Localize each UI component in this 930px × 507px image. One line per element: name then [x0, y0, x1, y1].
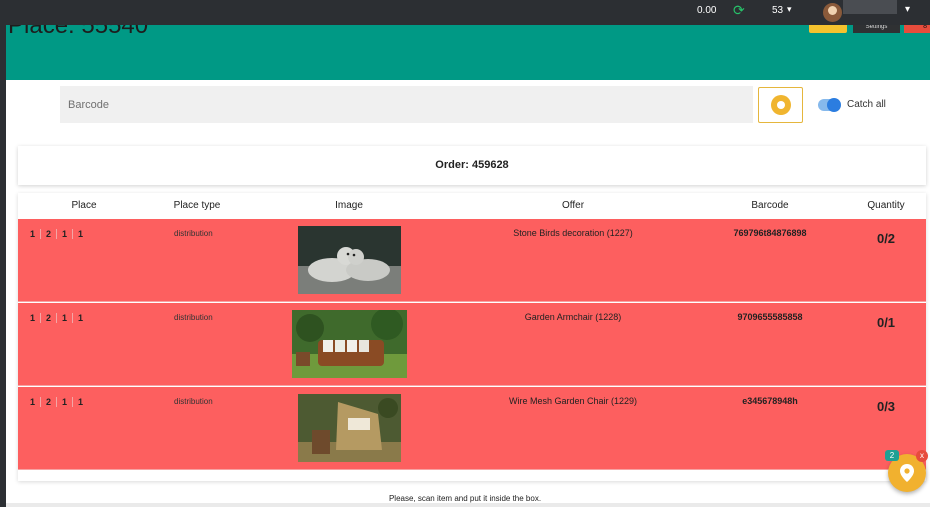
stone-birds-image [298, 226, 401, 294]
place-num: 1 [57, 397, 74, 407]
product-image [292, 310, 407, 378]
place-type: distribution [174, 229, 213, 238]
offer-name: Wire Mesh Garden Chair (1229) [508, 396, 638, 406]
left-edge-strip [0, 0, 6, 507]
bottom-strip [0, 503, 930, 507]
item-barcode: e345678948h [742, 396, 798, 406]
camera-scan-button[interactable] [758, 87, 803, 123]
place-num: 1 [57, 313, 74, 323]
order-header: Order: 459628 [18, 146, 926, 185]
items-table: Place Place type Image Offer Barcode Qua… [18, 193, 926, 481]
refresh-icon[interactable]: ⟳ [733, 2, 745, 19]
place-num: 1 [57, 229, 74, 239]
user-avatar[interactable] [823, 3, 842, 22]
place-num: 1 [30, 397, 42, 407]
catch-all-label: Catch all [847, 99, 886, 110]
username-box[interactable] [843, 0, 897, 14]
item-barcode: 9709655585858 [737, 312, 803, 322]
offer-name: Garden Armchair (1228) [524, 312, 622, 322]
top-navbar: 0.00 ⟳ 53 ▾ ▾ [0, 0, 930, 25]
yellow-action-button[interactable] [809, 25, 847, 33]
count-caret-icon[interactable]: ▾ [787, 4, 792, 15]
catch-all-toggle[interactable] [818, 98, 841, 112]
notification-count[interactable]: 53 [772, 5, 783, 16]
col-barcode: Barcode [751, 200, 789, 211]
col-quantity: Quantity [867, 200, 905, 211]
col-place-type: Place type [173, 200, 221, 211]
place-location: 1 2 1 1 [30, 397, 88, 407]
garden-armchair-image [292, 310, 407, 378]
quantity: 0/1 [876, 315, 896, 330]
place-location: 1 2 1 1 [30, 229, 88, 239]
user-menu-caret-icon[interactable]: ▾ [905, 4, 910, 15]
place-type: distribution [174, 313, 213, 322]
product-image [298, 226, 401, 294]
place-num: 2 [41, 313, 58, 323]
wire-mesh-chair-image [298, 394, 401, 462]
table-row[interactable]: 1 2 1 1 distribution Stone Birds decorat… [18, 219, 926, 302]
col-offer: Offer [561, 200, 585, 211]
item-barcode: 769796t84876898 [733, 228, 807, 238]
page-title: Place: 55540 [8, 25, 149, 39]
barcode-input[interactable] [60, 86, 753, 123]
table-header: Place Place type Image Offer Barcode Qua… [18, 193, 926, 219]
quantity: 0/2 [876, 231, 896, 246]
product-image [298, 394, 401, 462]
red-action-button[interactable]: 8 [904, 25, 930, 33]
col-place: Place [71, 200, 97, 211]
settings-button[interactable]: Settings [853, 25, 900, 33]
balance-amount: 0.00 [697, 5, 717, 16]
place-num: 1 [78, 313, 84, 323]
table-row[interactable]: 1 2 1 1 distribution Wire Mesh Garden Ch… [18, 387, 926, 470]
place-num: 2 [41, 229, 58, 239]
place-num: 1 [78, 397, 84, 407]
map-pin-icon [900, 464, 914, 482]
place-location: 1 2 1 1 [30, 313, 88, 323]
toggle-knob [827, 98, 841, 112]
col-image: Image [335, 200, 363, 211]
fab-close-icon[interactable]: x [916, 450, 928, 462]
fab-count-badge: 2 [885, 450, 899, 461]
offer-name: Stone Birds decoration (1227) [513, 228, 633, 238]
page-header: Place: 55540 Settings 8 [6, 25, 930, 80]
barcode-field-container [60, 86, 753, 123]
scan-hint: Please, scan item and put it inside the … [388, 494, 542, 503]
place-num: 2 [41, 397, 58, 407]
place-num: 1 [30, 229, 42, 239]
place-type: distribution [174, 397, 213, 406]
camera-aperture-icon [770, 95, 791, 115]
table-row[interactable]: 1 2 1 1 distribution Garden Armchair (12… [18, 303, 926, 386]
quantity: 0/3 [876, 399, 896, 414]
place-num: 1 [30, 313, 42, 323]
place-num: 1 [78, 229, 84, 239]
